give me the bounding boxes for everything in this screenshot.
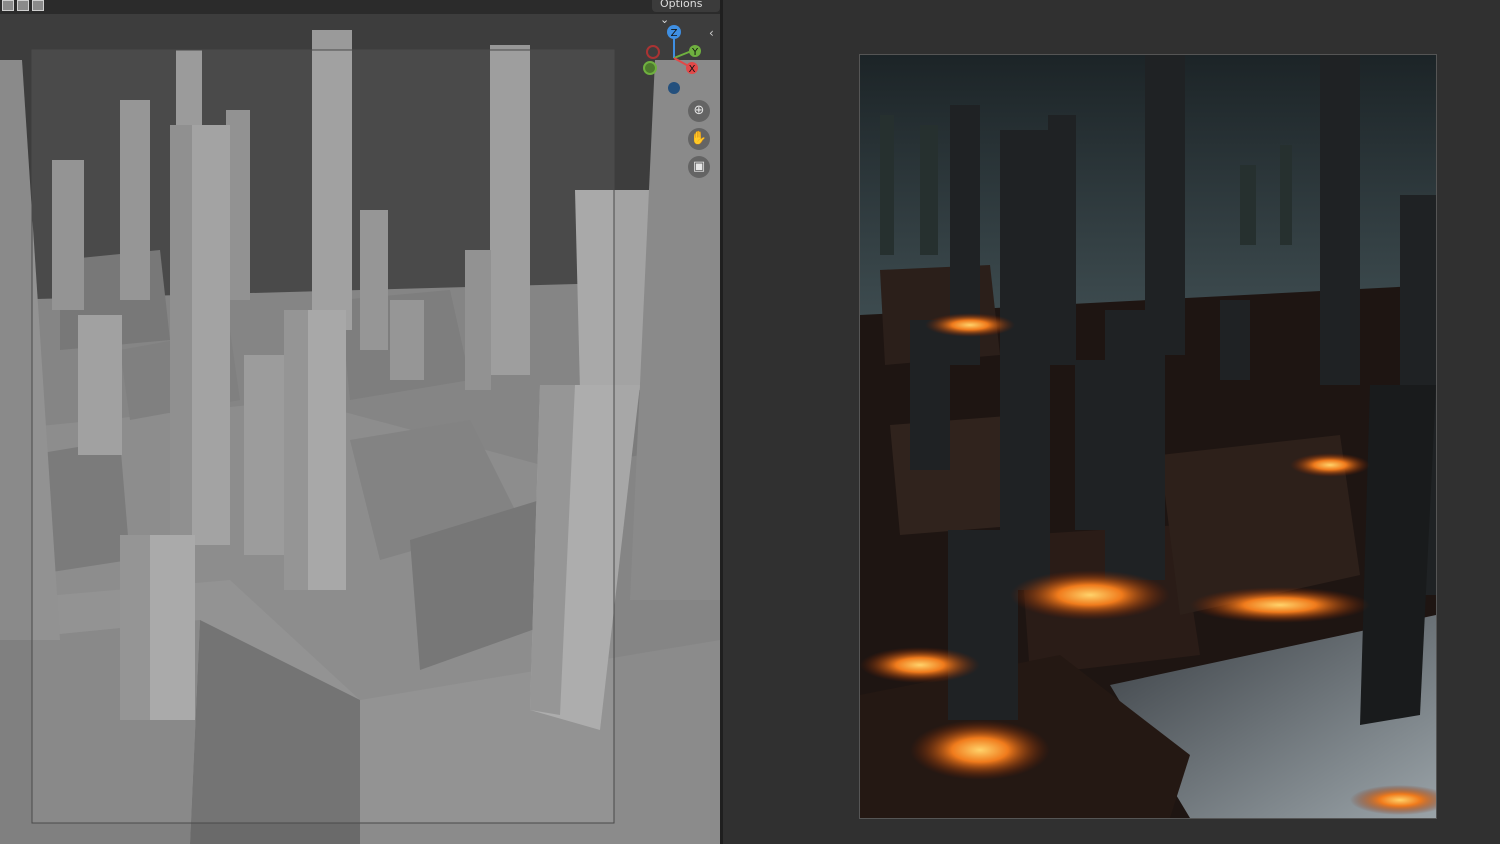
rendered-city-image	[859, 54, 1437, 819]
gizmo-neg-z-icon	[668, 82, 680, 94]
viewport-header	[0, 0, 720, 14]
options-dropdown[interactable]: Options ⌄	[652, 0, 720, 26]
pan-hand-icon[interactable]: ✋	[688, 128, 710, 150]
camera-icon[interactable]: ▣	[688, 156, 710, 178]
axis-gizmo[interactable]: Z Y X	[638, 22, 708, 97]
gizmo-neg-x-icon	[646, 45, 660, 59]
select-mode-icon[interactable]	[32, 0, 44, 11]
gizmo-x-label: X	[689, 64, 696, 75]
clay-city-scene	[0, 30, 720, 844]
gizmo-y-label: Y	[691, 47, 699, 58]
3d-viewport[interactable]: Options ⌄ ‹ Z Y X ⊕ ✋ ▣	[0, 0, 720, 844]
zoom-icon[interactable]: ⊕	[688, 100, 710, 122]
gizmo-neg-y-icon	[643, 61, 657, 75]
chevron-left-icon[interactable]: ‹	[709, 26, 714, 40]
select-mode-icon[interactable]	[2, 0, 14, 11]
image-editor-panel	[723, 0, 1500, 844]
select-mode-icon[interactable]	[17, 0, 29, 11]
select-mode-icons[interactable]	[2, 0, 44, 11]
gizmo-z-label: Z	[671, 28, 678, 39]
